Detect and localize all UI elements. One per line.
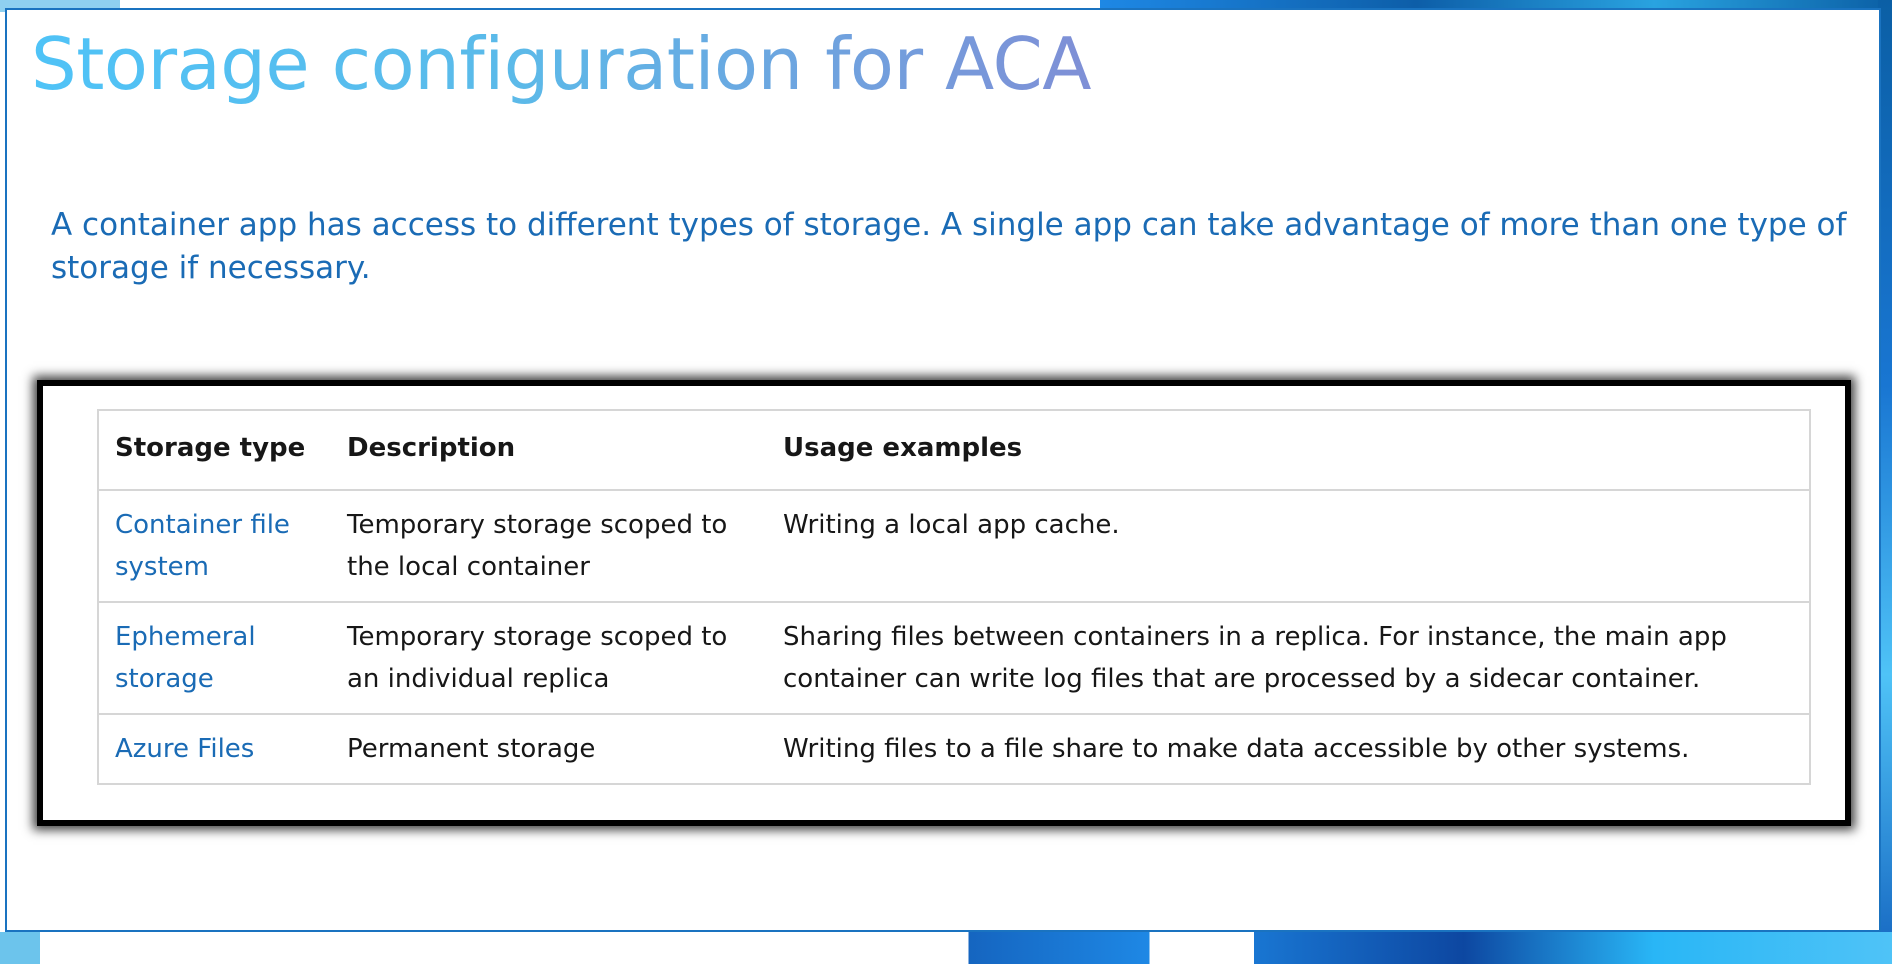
storage-type-link-ephemeral-storage[interactable]: Ephemeral storage — [115, 622, 256, 694]
storage-type-cell: Azure Files — [97, 713, 331, 785]
header-storage-type: Storage type — [97, 409, 331, 491]
slide: Storage configuration for ACA A containe… — [5, 8, 1881, 932]
header-usage-examples: Usage examples — [767, 409, 1811, 491]
storage-type-link-azure-files[interactable]: Azure Files — [115, 734, 254, 764]
storage-type-link-container-file-system[interactable]: Container file system — [115, 510, 290, 582]
storage-types-table: Storage type Description Usage examples … — [97, 409, 1811, 785]
description-cell: Permanent storage — [331, 713, 767, 785]
table-header-row: Storage type Description Usage examples — [97, 409, 1811, 491]
description-cell: Temporary storage scoped to an individua… — [331, 601, 767, 715]
usage-examples-cell: Writing files to a file share to make da… — [767, 713, 1811, 785]
background-shape-bottom-left — [0, 932, 40, 964]
description-cell: Temporary storage scoped to the local co… — [331, 489, 767, 603]
background-shape-bottom — [940, 932, 1892, 964]
table-row: Container file system Temporary storage … — [97, 489, 1811, 603]
table-screenshot-card: Storage type Description Usage examples … — [37, 380, 1851, 826]
storage-type-cell: Ephemeral storage — [97, 601, 331, 715]
header-description: Description — [331, 409, 767, 491]
usage-examples-cell: Writing a local app cache. — [767, 489, 1811, 603]
usage-examples-cell: Sharing files between containers in a re… — [767, 601, 1811, 715]
slide-title: Storage configuration for ACA — [31, 22, 1091, 106]
intro-paragraph: A container app has access to different … — [51, 207, 1847, 286]
table-row: Ephemeral storage Temporary storage scop… — [97, 601, 1811, 715]
table-row: Azure Files Permanent storage Writing fi… — [97, 713, 1811, 785]
storage-type-cell: Container file system — [97, 489, 331, 603]
